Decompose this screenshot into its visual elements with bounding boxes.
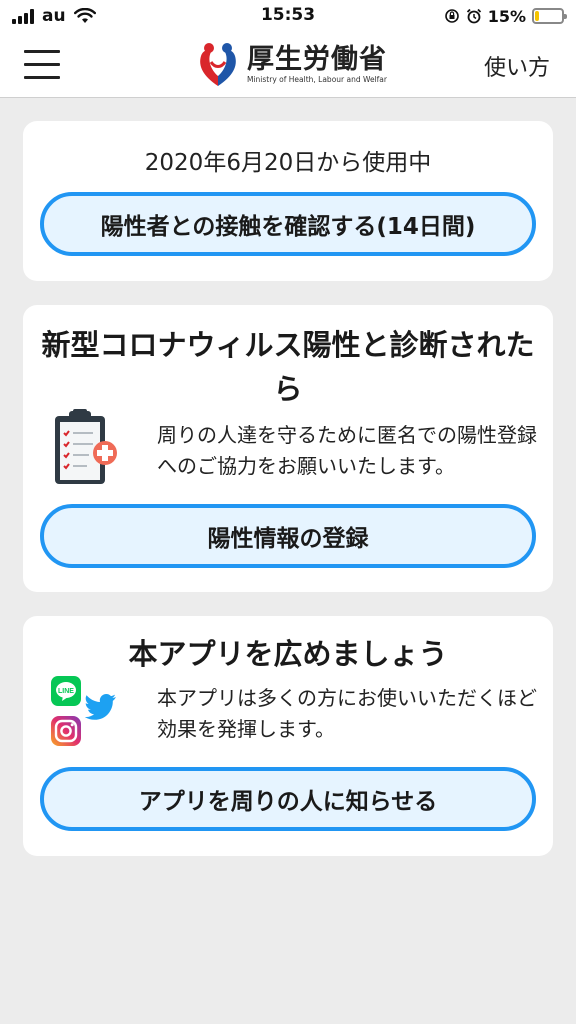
check-contact-button[interactable]: 陽性者との接触を確認する(14日間) [40,192,536,256]
line-icon: LINE [51,676,81,706]
twitter-icon [85,694,116,720]
status-bar: au 15:53 15% [0,0,576,34]
share-card-title: 本アプリを広めましょう [128,637,448,671]
battery-level [535,11,539,21]
alarm-icon [466,8,481,24]
battery-icon [532,8,567,24]
orientation-lock-icon [444,9,459,23]
register-positive-button[interactable]: 陽性情報の登録 [40,504,536,568]
share-card-description: 本アプリは多くの方にお使いいただくほど効果を発揮します。 [157,686,537,741]
logo-subtitle: Ministry of Health, Labour and Welfar [247,75,387,84]
social-icons: LINE [51,676,121,748]
positive-registration-card: 新型コロナウィルス陽性と診断されたら 周りの人達を守るために匿名での陽性登録への… [23,305,553,592]
logo-title: 厚生労働省 [247,44,387,75]
status-right: 15% [444,6,567,26]
share-app-card: 本アプリを広めましょう LINE 本アプリは多くの方にお使いいただくほど効果を発… [23,616,553,856]
positive-card-description: 周りの人達を守るために匿名での陽性登録へのご協力をお願いいたします。 [157,423,537,478]
usage-card: 2020年6月20日から使用中 陽性者との接触を確認する(14日間) [23,121,553,281]
clipboard-medical-icon [55,409,117,484]
share-app-button[interactable]: アプリを周りの人に知らせる [40,767,536,831]
svg-text:LINE: LINE [58,688,74,695]
nav-bar: 厚生労働省 Ministry of Health, Labour and Wel… [0,34,576,98]
usage-status-text: 2020年6月20日から使用中 [144,150,432,176]
mhlw-logo: 厚生労働省 Ministry of Health, Labour and Wel… [195,40,387,90]
mhlw-emblem-icon [200,43,236,86]
positive-card-title: 新型コロナウィルス陽性と診断されたら [41,328,535,406]
help-link[interactable]: 使い方 [484,50,550,82]
hamburger-icon[interactable] [24,50,60,80]
battery-percent: 15% [487,6,526,26]
instagram-icon [51,716,81,746]
